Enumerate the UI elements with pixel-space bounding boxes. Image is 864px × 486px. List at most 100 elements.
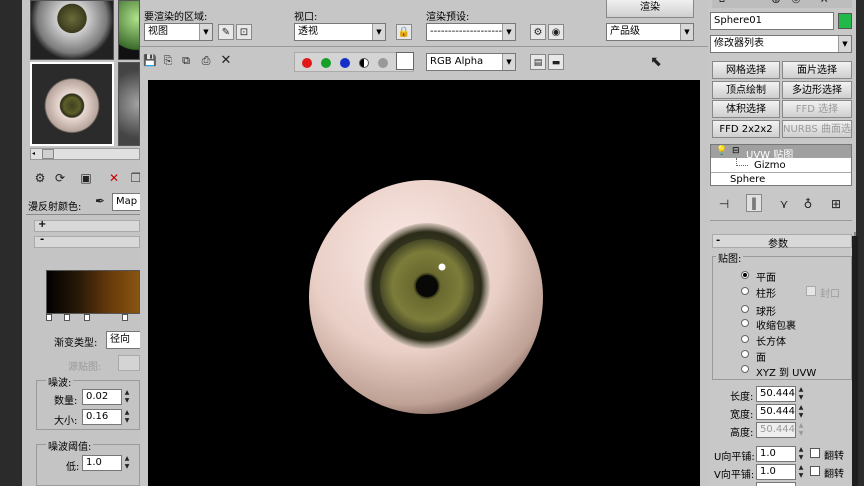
radio-cylindrical[interactable] [741, 287, 749, 295]
expand-toggle-icon[interactable]: ⊟ [732, 146, 740, 156]
lock-icon[interactable]: 🔒 [396, 24, 412, 40]
width-spinner[interactable]: 50.444 [756, 404, 796, 420]
toggle-display-icon[interactable]: ▬ [548, 54, 564, 70]
toggle-ui-icon[interactable]: ▤ [530, 54, 546, 70]
radio-planar[interactable] [741, 271, 749, 279]
alpha-channel-icon[interactable] [359, 58, 369, 68]
material-slot-1[interactable] [30, 0, 114, 60]
gradient-flag-3[interactable] [84, 314, 90, 321]
clear-icon[interactable]: ✕ [218, 53, 234, 69]
preset-select[interactable]: ----------------------------▼ [426, 23, 516, 41]
show-end-result-icon[interactable]: ‖ [746, 194, 762, 212]
tab-motion-icon[interactable]: ◎ [788, 0, 804, 8]
material-slot-4[interactable] [118, 62, 140, 146]
u-tile-spinner[interactable]: 1.0 [756, 446, 796, 462]
nurbs-select-button[interactable]: NURBS 曲面选择 [782, 120, 852, 138]
height-spinner[interactable]: 50.444 [756, 422, 796, 438]
pin-stack-icon[interactable]: ⊣ [716, 196, 732, 212]
channel-select[interactable]: RGB Alpha ▼ [426, 53, 516, 71]
width-spinner-arrows[interactable]: ▲ ▼ [797, 404, 805, 420]
scroll-thumb[interactable] [42, 149, 54, 159]
material-slot-3[interactable] [30, 62, 114, 146]
u-tile-spinner-arrows[interactable]: ▲ ▼ [797, 446, 805, 462]
command-panel-scroll-thumb[interactable] [852, 236, 858, 486]
low-spinner-arrows[interactable]: ▲ ▼ [123, 455, 131, 471]
u-flip-checkbox[interactable] [810, 448, 820, 458]
v-flip-checkbox[interactable] [810, 466, 820, 476]
make-unique-icon[interactable]: ⋎ [776, 196, 792, 212]
gradient-flag-1[interactable] [46, 314, 52, 321]
amount-spinner-arrows[interactable]: ▲ ▼ [123, 389, 131, 405]
v-tile-spinner-arrows[interactable]: ▲ ▼ [797, 464, 805, 480]
viewport-select[interactable]: 透视 ▼ [294, 23, 386, 41]
get-material-icon[interactable]: ⚙ [32, 170, 48, 186]
assign-material-icon[interactable]: ▣ [78, 170, 94, 186]
amount-spinner[interactable]: 0.02 [82, 389, 122, 405]
configure-sets-icon[interactable]: ⊞ [828, 196, 844, 212]
environment-icon[interactable]: ◉ [548, 24, 564, 40]
scroll-left-arrow[interactable]: ◂ [32, 150, 40, 158]
collapse-minus[interactable]: - [40, 234, 44, 245]
expand-plus[interactable]: + [38, 219, 46, 230]
auto-region-icon[interactable]: ⊡ [236, 24, 252, 40]
stack-gizmo-label[interactable]: Gizmo [754, 160, 786, 171]
height-spinner-arrows[interactable]: ▲ ▼ [797, 422, 805, 438]
delete-icon[interactable]: ✕ [106, 170, 122, 186]
object-name-field[interactable]: Sphere01 [710, 12, 834, 30]
v-tile-spinner[interactable]: 1.0 [756, 464, 796, 480]
ffd-select-button[interactable]: FFD 选择 [782, 100, 852, 118]
print-icon[interactable]: ⎙ [198, 53, 214, 69]
tab-modify-icon[interactable]: ⌂ [714, 0, 730, 8]
region-select[interactable]: 视图 ▼ [144, 23, 213, 41]
source-map-button[interactable] [118, 355, 140, 371]
tab-hierarchy-icon[interactable]: ◍ [768, 0, 784, 8]
poly-select-button[interactable]: 多边形选择 [782, 81, 852, 99]
copy-image-icon[interactable]: ⎘ [160, 53, 176, 69]
object-color-swatch[interactable] [838, 13, 852, 29]
ffd-2x2x2-button[interactable]: FFD 2x2x2 [712, 120, 780, 138]
material-slot-2[interactable] [118, 0, 140, 60]
vol-select-button[interactable]: 体积选择 [712, 100, 780, 118]
modifier-list-select[interactable]: 修改器列表 ▼ [710, 35, 852, 53]
green-channel-icon[interactable] [321, 58, 331, 68]
size-spinner-arrows[interactable]: ▲ ▼ [123, 409, 131, 425]
eyedropper-icon[interactable]: ✒ [92, 193, 108, 209]
swatch-box[interactable] [396, 52, 414, 70]
radio-face[interactable] [741, 350, 749, 358]
save-icon[interactable]: 💾 [142, 53, 158, 69]
cap-checkbox[interactable] [806, 286, 816, 296]
length-spinner[interactable]: 50.444 [756, 386, 796, 402]
radio-spherical[interactable] [741, 305, 749, 313]
quality-select[interactable]: 产品级 ▼ [606, 23, 694, 41]
remove-modifier-icon[interactable]: ♁ [800, 196, 816, 212]
radio-box[interactable] [741, 335, 749, 343]
stack-sphere-label[interactable]: Sphere [730, 174, 765, 185]
mono-channel-icon[interactable] [378, 58, 388, 68]
edit-region-icon[interactable]: ✎ [218, 24, 234, 40]
gradient-ramp[interactable] [46, 270, 140, 314]
rollout-bar-2[interactable] [34, 236, 140, 248]
render-setup-icon[interactable]: ⚙ [530, 24, 546, 40]
gradient-type-select[interactable]: 径向 [106, 331, 142, 349]
label-box: 长方体 [756, 337, 786, 348]
rollout-collapse-icon[interactable]: - [716, 235, 720, 246]
patch-select-button[interactable]: 面片选择 [782, 61, 852, 79]
tab-utilities-icon[interactable]: ⚒ [816, 0, 832, 8]
rollout-bar-1[interactable] [34, 220, 140, 232]
size-spinner[interactable]: 0.16 [82, 409, 122, 425]
map-name-field[interactable]: Map [112, 193, 142, 211]
vertex-paint-button[interactable]: 顶点绘制 [712, 81, 780, 99]
radio-xyz-to-uvw[interactable] [741, 365, 749, 373]
clone-window-icon[interactable]: ⧉ [178, 53, 194, 69]
put-material-icon[interactable]: ⟳ [52, 170, 68, 186]
gradient-flag-2[interactable] [64, 314, 70, 321]
gradient-flag-4[interactable] [122, 314, 128, 321]
radio-shrink-wrap[interactable] [741, 319, 749, 327]
render-button[interactable]: 渲染 [606, 0, 694, 18]
red-channel-icon[interactable] [302, 58, 312, 68]
low-spinner[interactable]: 1.0 [82, 455, 122, 471]
blue-channel-icon[interactable] [340, 58, 350, 68]
bulb-icon[interactable]: 💡 [714, 143, 730, 159]
mesh-select-button[interactable]: 网格选择 [712, 61, 780, 79]
length-spinner-arrows[interactable]: ▲ ▼ [797, 386, 805, 402]
